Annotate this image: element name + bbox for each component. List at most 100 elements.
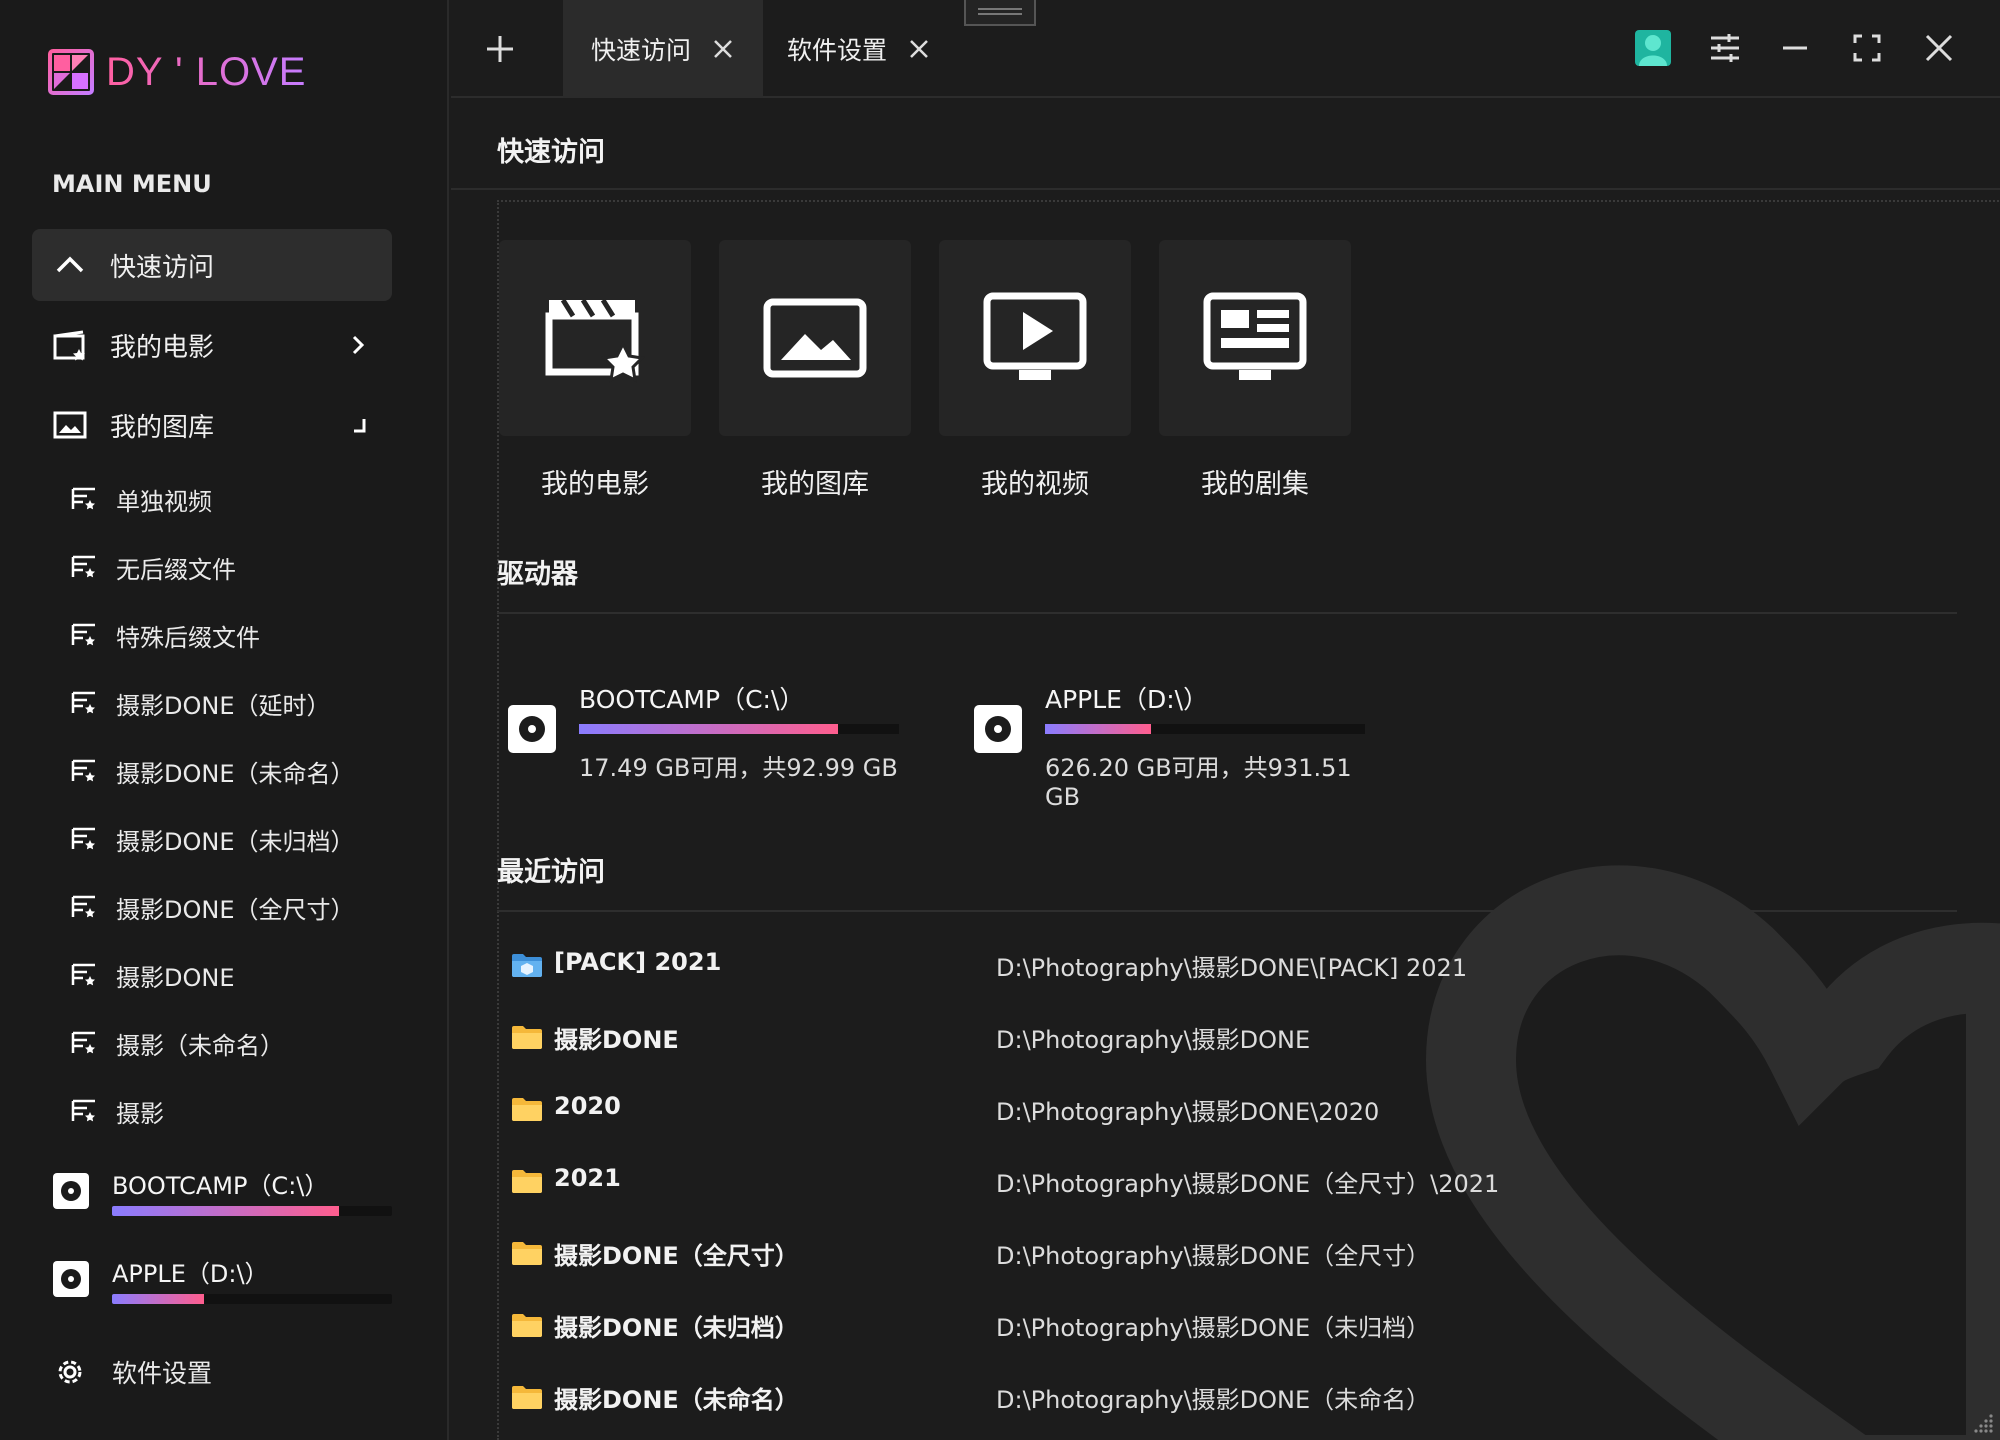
sidebar-subitem-label: 摄影DONE（未命名） — [116, 759, 355, 788]
recent-row[interactable]: 摄影DONE D:\Photography\摄影DONE — [511, 1018, 1911, 1058]
drive-name: APPLE（D:\） — [1045, 685, 1209, 714]
page-title: 快速访问 — [497, 137, 605, 168]
sidebar-subitem[interactable]: 摄影（未命名） — [70, 1021, 284, 1065]
sidebar-item-label: 我的电影 — [110, 332, 215, 363]
sidebar-subitem[interactable]: 摄影DONE — [70, 953, 235, 997]
tab-settings[interactable]: 软件设置 — [759, 0, 959, 98]
drive-usage-fill — [579, 724, 839, 734]
playlist-star-icon — [71, 759, 95, 782]
hard-drive-icon — [974, 705, 1022, 753]
resize-grip-icon[interactable] — [1972, 1412, 1994, 1434]
drive-usage-fill — [112, 1294, 205, 1304]
drive-card-c[interactable]: BOOTCAMP（C:\） 17.49 GB可用，共92.99 GB — [507, 680, 927, 782]
quick-tile-label: 我的剧集 — [1201, 469, 1309, 500]
drag-handle[interactable] — [964, 0, 1036, 26]
sidebar-subitem[interactable]: 单独视频 — [70, 477, 212, 521]
quick-tile-my-gallery[interactable] — [719, 240, 911, 436]
sidebar-subitem-label: 摄影DONE（全尺寸） — [116, 895, 355, 924]
fullscreen-icon — [1853, 34, 1881, 62]
divider — [497, 910, 1957, 912]
recent-row[interactable]: 摄影DONE（未命名） D:\Photography\摄影DONE（未命名） — [511, 1378, 1911, 1418]
drive-free-space: 17.49 GB可用，共92.99 GB — [579, 754, 898, 782]
sidebar-subitem[interactable]: 摄影DONE（未命名） — [70, 749, 355, 793]
drive-usage-fill — [112, 1206, 339, 1216]
folder-icon — [512, 1026, 542, 1049]
movie-star-icon — [545, 298, 646, 383]
sidebar-subitem[interactable]: 摄影DONE（延时） — [70, 681, 331, 725]
sidebar-item-quick-access[interactable]: 快速访问 — [32, 229, 392, 301]
tune-settings-button[interactable] — [1705, 28, 1745, 68]
video-play-icon — [983, 292, 1087, 380]
tab-quick-access[interactable]: 快速访问 — [563, 0, 764, 98]
sidebar-subitem-label: 摄影DONE — [116, 963, 235, 992]
quick-tile-label: 我的电影 — [541, 469, 649, 500]
grip-icon — [978, 8, 1022, 15]
recent-path: D:\Photography\摄影DONE — [996, 1026, 1311, 1054]
recent-path: D:\Photography\摄影DONE（未归档） — [996, 1314, 1431, 1342]
drive-card-d[interactable]: APPLE（D:\） 626.20 GB可用，共931.51 GB — [973, 680, 1393, 811]
playlist-star-icon — [71, 691, 95, 714]
sidebar-subitem[interactable]: 无后缀文件 — [70, 545, 236, 589]
sidebar-subitem[interactable]: 特殊后缀文件 — [70, 613, 260, 657]
settings-label: 软件设置 — [112, 1359, 213, 1388]
section-title-drives: 驱动器 — [497, 559, 578, 590]
sidebar-subitem-label: 单独视频 — [116, 487, 212, 516]
playlist-star-icon — [71, 1031, 95, 1054]
folder-icon — [512, 1386, 542, 1409]
sidebar-item-my-gallery[interactable]: 我的图库 — [32, 389, 392, 461]
maximize-button[interactable] — [1847, 28, 1887, 68]
recent-name: 摄影DONE（未命名） — [554, 1386, 799, 1414]
plus-icon[interactable] — [481, 30, 519, 68]
sidebar: DY ' LOVE MAIN MENU 快速访问 我的电影 我的图库 单独视频无… — [0, 0, 449, 1440]
folder-icon — [512, 1098, 542, 1121]
playlist-star-icon — [71, 963, 95, 986]
close-window-button[interactable] — [1919, 28, 1959, 68]
sidebar-subitem-label: 摄影（未命名） — [116, 1031, 284, 1060]
recent-name: 摄影DONE（未归档） — [554, 1314, 799, 1342]
quick-tile-my-videos[interactable] — [939, 240, 1131, 436]
image-icon — [763, 298, 867, 378]
logo-icon — [48, 49, 94, 95]
sidebar-subitem-label: 摄影DONE（延时） — [116, 691, 331, 720]
tab-label: 快速访问 — [591, 36, 692, 65]
sidebar-item-my-movies[interactable]: 我的电影 — [32, 309, 392, 381]
close-icon[interactable] — [907, 37, 931, 61]
recent-row[interactable]: 摄影DONE（全尺寸） D:\Photography\摄影DONE（全尺寸） — [511, 1234, 1911, 1274]
recent-row[interactable]: [PACK] 2021 D:\Photography\摄影DONE\[PACK] … — [511, 946, 1911, 986]
sidebar-subitem-label: 无后缀文件 — [116, 555, 236, 584]
pack-folder-icon — [512, 954, 542, 977]
drive-usage-bar — [112, 1206, 392, 1216]
quick-tile-my-series[interactable] — [1159, 240, 1351, 436]
recent-path: D:\Photography\摄影DONE（全尺寸）\2021 — [996, 1170, 1500, 1198]
hard-drive-icon — [53, 1261, 89, 1297]
recent-name: 2021 — [554, 1164, 621, 1192]
series-icon — [1203, 292, 1307, 380]
sidebar-subitem[interactable]: 摄影 — [70, 1089, 164, 1133]
gear-icon — [58, 1360, 82, 1384]
folder-icon — [512, 1242, 542, 1265]
sidebar-drive-d[interactable]: APPLE（D:\） — [52, 1254, 392, 1324]
drive-name: BOOTCAMP（C:\） — [579, 685, 805, 714]
playlist-star-icon — [71, 555, 95, 578]
drive-usage-bar — [579, 724, 899, 734]
recent-row[interactable]: 摄影DONE（未归档） D:\Photography\摄影DONE（未归档） — [511, 1306, 1911, 1346]
sidebar-subitem[interactable]: 摄影DONE（未归档） — [70, 817, 355, 861]
recent-row[interactable]: 2020 D:\Photography\摄影DONE\2020 — [511, 1090, 1911, 1130]
minimize-button[interactable] — [1775, 28, 1815, 68]
sidebar-item-settings[interactable]: 软件设置 — [52, 1352, 212, 1392]
recent-path: D:\Photography\摄影DONE（全尺寸） — [996, 1242, 1431, 1270]
close-icon[interactable] — [711, 37, 735, 61]
sidebar-drive-c[interactable]: BOOTCAMP（C:\） — [52, 1166, 392, 1236]
recent-row[interactable]: 2021 D:\Photography\摄影DONE（全尺寸）\2021 — [511, 1162, 1911, 1202]
drive-usage-fill — [1045, 724, 1151, 734]
recent-name: 2020 — [554, 1092, 621, 1120]
app-logo: DY ' LOVE — [48, 48, 306, 96]
user-avatar-icon — [1635, 30, 1671, 66]
playlist-star-icon — [71, 895, 95, 918]
sidebar-subitem[interactable]: 摄影DONE（全尺寸） — [70, 885, 355, 929]
sidebar-item-label: 快速访问 — [110, 252, 215, 283]
user-avatar-button[interactable] — [1633, 28, 1673, 68]
folder-icon — [512, 1170, 542, 1193]
chevron-up-icon — [56, 256, 84, 273]
quick-tile-my-movies[interactable] — [499, 240, 691, 436]
